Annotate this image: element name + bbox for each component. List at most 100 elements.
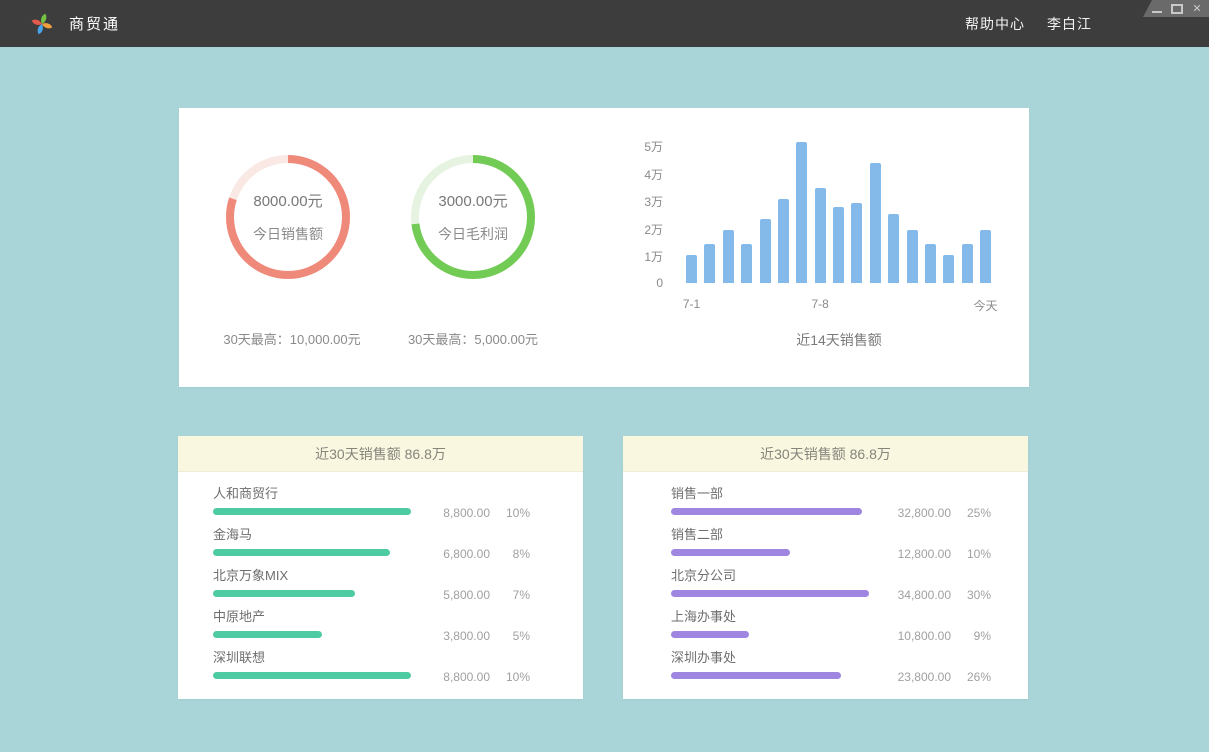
today-profit-label: 今日毛利润 <box>438 224 508 244</box>
bar-day-8 <box>815 188 826 283</box>
list-item-percent: 10% <box>951 547 991 561</box>
bar-chart-x-axis: 7-17-8今天 <box>686 297 991 311</box>
bar-day-15 <box>943 255 954 283</box>
list-item-label: 深圳办事处 <box>671 650 1028 666</box>
x-tick-label: 7-1 <box>683 297 700 311</box>
close-icon: ✕ <box>1192 3 1201 15</box>
bar-day-14 <box>925 244 936 283</box>
y-tick-label: 1万 <box>644 248 663 265</box>
today-sales-gauge: 8000.00元 今日销售额 <box>226 155 350 279</box>
department-sales-panel: 近30天销售额 86.8万 销售一部 32,800.0025% 销售二部 12,800… <box>623 436 1028 699</box>
list-item-percent: 9% <box>951 629 991 643</box>
list-item: 销售一部 32,800.0025% <box>623 486 1028 527</box>
summary-panel: 8000.00元 今日销售额 30天最高：10,000.00元 3000.00元… <box>179 108 1029 387</box>
list-item-value: 10,800.009% <box>881 629 991 643</box>
list-item-label: 销售二部 <box>671 527 1028 543</box>
list-item-value: 34,800.0030% <box>881 588 991 602</box>
bar-day-13 <box>907 230 918 283</box>
user-menu[interactable]: 李白江 <box>1047 14 1092 34</box>
today-sales-value: 8000.00元 <box>253 190 322 211</box>
list-item-amount: 10,800.00 <box>881 629 951 643</box>
close-button[interactable]: ✕ <box>1191 3 1203 15</box>
list-item-amount: 12,800.00 <box>881 547 951 561</box>
department-panel-header: 近30天销售额 86.8万 <box>623 436 1028 472</box>
list-item-amount: 34,800.00 <box>881 588 951 602</box>
y-tick-label: 0 <box>656 276 663 290</box>
list-item-bar <box>671 508 862 515</box>
list-item-bar <box>671 549 790 556</box>
list-item-bar <box>213 508 411 515</box>
list-item-percent: 26% <box>951 670 991 684</box>
list-item-percent: 25% <box>951 506 991 520</box>
customer-list: 人和商贸行8,800.0010%金海马 6,800.008% 北京万象MIX5,80… <box>178 472 583 691</box>
help-center-link[interactable]: 帮助中心 <box>965 14 1025 34</box>
minimize-button[interactable] <box>1151 3 1163 15</box>
list-item-percent: 10% <box>490 506 530 520</box>
y-tick-label: 2万 <box>644 221 663 238</box>
list-item-bar <box>213 631 322 638</box>
today-profit-value: 3000.00元 <box>438 190 507 211</box>
list-item: 金海马 6,800.008% <box>178 527 583 568</box>
list-item-amount: 8,800.00 <box>420 506 490 520</box>
bar-day-17 <box>980 230 991 283</box>
list-item-value: 3,800.005% <box>420 629 530 643</box>
list-item-value: 23,800.0026% <box>881 670 991 684</box>
list-item-label: 销售一部 <box>671 486 1028 502</box>
bar-day-6 <box>778 199 789 283</box>
bar-chart <box>686 143 991 283</box>
list-item-percent: 8% <box>490 547 530 561</box>
app-title: 商贸通 <box>69 13 120 34</box>
customer-sales-panel: 近30天销售额 86.8万 人和商贸行8,800.0010%金海马 6,800.0… <box>178 436 583 699</box>
bar-day-2 <box>704 244 715 283</box>
bar-day-11 <box>870 163 881 283</box>
list-item-bar <box>213 590 355 597</box>
minimize-icon <box>1152 4 1162 13</box>
bar-day-16 <box>962 244 973 283</box>
maximize-button[interactable] <box>1171 3 1183 15</box>
bar-chart-y-axis: 5万 4万 3万 2万 1万 0 <box>603 108 663 308</box>
today-profit-gauge: 3000.00元 今日毛利润 <box>411 155 535 279</box>
list-item-value: 32,800.0025% <box>881 506 991 520</box>
y-tick-label: 3万 <box>644 193 663 210</box>
list-item-bar <box>671 672 841 679</box>
list-item-amount: 8,800.00 <box>420 670 490 684</box>
list-item-label: 金海马 <box>213 527 583 543</box>
list-item: 深圳办事处 23,800.0026% <box>623 650 1028 691</box>
list-item-value: 6,800.008% <box>420 547 530 561</box>
list-item-value: 5,800.007% <box>420 588 530 602</box>
list-item-amount: 32,800.00 <box>881 506 951 520</box>
list-item: 深圳联想8,800.0010% <box>178 650 583 691</box>
bar-day-10 <box>851 203 862 283</box>
department-list: 销售一部 32,800.0025% 销售二部 12,800.0010% 北京分公司34,… <box>623 472 1028 691</box>
bar-day-9 <box>833 207 844 283</box>
list-item-percent: 5% <box>490 629 530 643</box>
customer-panel-header: 近30天销售额 86.8万 <box>178 436 583 472</box>
list-item-bar <box>671 631 749 638</box>
x-tick-label: 今天 <box>973 297 997 314</box>
window-controls: ✕ <box>1143 0 1209 17</box>
list-item-percent: 30% <box>951 588 991 602</box>
bar-day-5 <box>760 219 771 283</box>
list-item: 销售二部 12,800.0010% <box>623 527 1028 568</box>
list-item-percent: 7% <box>490 588 530 602</box>
list-item-amount: 6,800.00 <box>420 547 490 561</box>
bar-day-12 <box>888 214 899 283</box>
list-item: 北京分公司34,800.0030% <box>623 568 1028 609</box>
list-item: 北京万象MIX5,800.007% <box>178 568 583 609</box>
x-tick-label: 7-8 <box>811 297 828 311</box>
list-item: 上海办事处10,800.009% <box>623 609 1028 650</box>
list-item: 人和商贸行8,800.0010% <box>178 486 583 527</box>
bar-chart-title: 近14天销售额 <box>679 330 999 350</box>
list-item-bar <box>213 549 390 556</box>
list-item-label: 中原地产 <box>213 609 583 625</box>
list-item-bar <box>671 590 869 597</box>
list-item: 中原地产 3,800.005% <box>178 609 583 650</box>
y-tick-label: 5万 <box>644 138 663 155</box>
today-sales-label: 今日销售额 <box>253 224 323 244</box>
bar-day-4 <box>741 244 752 283</box>
list-item-value: 12,800.0010% <box>881 547 991 561</box>
y-tick-label: 4万 <box>644 166 663 183</box>
list-item-value: 8,800.0010% <box>420 670 530 684</box>
list-item-percent: 10% <box>490 670 530 684</box>
bar-day-3 <box>723 230 734 283</box>
